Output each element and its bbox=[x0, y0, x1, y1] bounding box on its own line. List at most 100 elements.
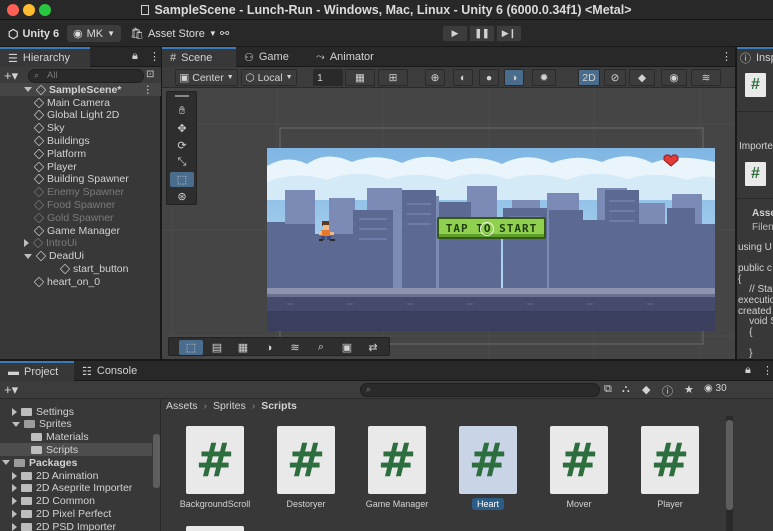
transform-tool[interactable]: ⊛ bbox=[170, 189, 194, 204]
overlay-rect-button[interactable]: ⬚ bbox=[179, 340, 203, 355]
overlay-grid-button[interactable]: ▤ bbox=[205, 340, 229, 355]
tag-icon[interactable]: ◆ bbox=[642, 383, 650, 396]
tab-hierarchy[interactable]: ☰ Hierarchy bbox=[0, 47, 90, 67]
expand-arrow-icon[interactable] bbox=[12, 421, 20, 427]
tab-game[interactable]: ⚇ Game bbox=[236, 47, 297, 67]
move-tool[interactable]: ✥ bbox=[170, 121, 194, 136]
search-by-type-icon[interactable]: ⧉ bbox=[604, 383, 612, 396]
expand-arrow-icon[interactable] bbox=[24, 253, 32, 259]
expand-arrow-icon[interactable] bbox=[12, 484, 17, 493]
effects-dropdown[interactable]: ✹ bbox=[532, 69, 556, 86]
script-asset-card[interactable]: # bbox=[186, 426, 244, 494]
breadcrumb-sprites[interactable]: Sprites bbox=[213, 400, 246, 412]
hierarchy-item[interactable]: Building Spawner bbox=[0, 173, 129, 186]
hierarchy-item[interactable]: Buildings bbox=[0, 134, 90, 147]
overlay-pattern-button[interactable]: ▦ bbox=[231, 340, 255, 355]
layers-dropdown[interactable]: ◆ bbox=[629, 69, 655, 86]
pivot-dropdown[interactable]: ▣ Center ▼ bbox=[175, 69, 238, 86]
hierarchy-item[interactable]: Main Camera bbox=[0, 96, 110, 109]
hierarchy-item[interactable]: Platform bbox=[0, 147, 86, 160]
lighting-toggle[interactable]: ◑ bbox=[504, 69, 524, 86]
script-asset-label[interactable]: Mover bbox=[534, 499, 624, 509]
tab-inspector[interactable]: ⓘInsp bbox=[737, 47, 773, 67]
hierarchy-item[interactable]: Player bbox=[0, 160, 77, 173]
add-object-button[interactable]: +▾ bbox=[4, 68, 18, 84]
expand-arrow-icon[interactable] bbox=[12, 522, 17, 531]
scale-tool[interactable]: ⤡ bbox=[170, 155, 194, 170]
2d-mode-toggle[interactable]: 2D bbox=[578, 69, 600, 86]
play-button[interactable]: ▶ bbox=[442, 25, 468, 42]
hierarchy-item[interactable]: DeadUi bbox=[0, 250, 84, 263]
project-folder-item[interactable]: Packages bbox=[0, 456, 152, 469]
breadcrumb-assets[interactable]: Assets bbox=[166, 400, 198, 412]
hand-tool[interactable]: ✋︎ bbox=[170, 104, 194, 119]
filter-icon[interactable]: ⊡ bbox=[146, 69, 154, 80]
hierarchy-item[interactable]: IntroUi bbox=[0, 237, 77, 250]
hierarchy-item[interactable]: start_button bbox=[0, 262, 128, 275]
project-folder-item[interactable]: Sprites bbox=[0, 418, 152, 431]
pause-button[interactable]: ❚❚ bbox=[469, 25, 495, 42]
project-folder-item[interactable]: 2D Pixel Perfect bbox=[0, 507, 152, 520]
expand-arrow-icon[interactable] bbox=[12, 509, 17, 518]
script-asset-label[interactable]: Player bbox=[625, 499, 715, 509]
scene-viewport[interactable]: TAP TO START ✋︎ ✥ ⟳ ⤡ ⬚ ⊛ ⬚ ▤ ▦ ◑ ≋ ⌕ ▣ … bbox=[162, 88, 735, 359]
tab-console[interactable]: ☷ Console bbox=[74, 361, 145, 381]
more-options-icon[interactable]: ⋮ bbox=[149, 50, 160, 63]
tab-project[interactable]: ▬ Project bbox=[0, 361, 74, 381]
asset-store-dropdown[interactable]: 🛍 Asset Store ▼ bbox=[124, 25, 223, 42]
scene-root[interactable]: SampleScene* ⋮ bbox=[0, 83, 161, 96]
more-options-icon[interactable]: ⋮ bbox=[721, 50, 732, 63]
script-asset-card[interactable] bbox=[186, 526, 244, 531]
step-button[interactable]: ▶❙ bbox=[496, 25, 522, 42]
drag-handle-icon[interactable] bbox=[175, 95, 189, 97]
create-asset-button[interactable]: +▾ bbox=[4, 382, 18, 398]
hierarchy-item[interactable]: Food Spawner bbox=[0, 198, 115, 211]
solid-button[interactable]: ● bbox=[479, 69, 499, 86]
lock-icon[interactable]: 🔒︎ bbox=[745, 364, 751, 377]
project-search-input[interactable]: ⌕ bbox=[360, 383, 600, 397]
overlay-swap-button[interactable]: ⇄ bbox=[361, 340, 385, 355]
expand-arrow-icon[interactable] bbox=[12, 471, 17, 480]
script-asset-label[interactable]: Game Manager bbox=[352, 499, 442, 509]
project-folder-item[interactable]: 2D Common bbox=[0, 495, 152, 508]
overlay-camera-button[interactable]: ▣ bbox=[335, 340, 359, 355]
script-asset-card[interactable]: # bbox=[641, 426, 699, 494]
version-control-button[interactable]: ⚯ bbox=[214, 25, 235, 42]
project-folder-item[interactable]: 2D PSD Importer bbox=[0, 520, 152, 531]
unity-menu-button[interactable]: ⬡ Unity 6 bbox=[2, 25, 65, 42]
draw-mode-button[interactable]: ⊕ bbox=[425, 69, 445, 86]
visibility-count[interactable]: ◉ 30 bbox=[704, 383, 727, 394]
snap-increment-input[interactable]: 1 bbox=[313, 69, 343, 86]
script-asset-label[interactable]: Heart bbox=[443, 498, 533, 510]
space-dropdown[interactable]: ⬡ Local ▼ bbox=[241, 69, 297, 86]
alert-icon[interactable]: ⓘ bbox=[662, 383, 673, 399]
breadcrumb-scripts[interactable]: Scripts bbox=[261, 400, 297, 412]
search-by-label-icon[interactable]: ⛬ bbox=[622, 383, 630, 396]
script-asset-card[interactable]: # bbox=[277, 426, 335, 494]
project-folder-item[interactable]: Scripts bbox=[0, 443, 152, 457]
script-asset-label[interactable]: Destoryer bbox=[261, 499, 351, 509]
overlay-light-button[interactable]: ◑ bbox=[257, 340, 281, 355]
move-gizmo-icon[interactable] bbox=[480, 222, 494, 236]
expand-arrow-icon[interactable] bbox=[2, 460, 10, 466]
tab-animator[interactable]: ⤳ Animator bbox=[308, 47, 382, 67]
visibility-toggle[interactable]: ◉ bbox=[661, 69, 687, 86]
files-scrollbar[interactable] bbox=[726, 416, 733, 531]
hierarchy-item[interactable]: Enemy Spawner bbox=[0, 186, 124, 199]
expand-arrow-icon[interactable] bbox=[24, 87, 32, 92]
overlay-layers-button[interactable]: ≋ bbox=[283, 340, 307, 355]
script-asset-label[interactable]: BackgroundScroll bbox=[170, 499, 260, 509]
account-dropdown[interactable]: ◉ MK ▼ bbox=[67, 25, 122, 42]
rotate-tool[interactable]: ⟳ bbox=[170, 138, 194, 153]
hierarchy-search-input[interactable]: ⌕ All bbox=[28, 69, 144, 83]
more-options-icon[interactable]: ⋮ bbox=[762, 364, 773, 377]
expand-arrow-icon[interactable] bbox=[12, 497, 17, 506]
tab-scene[interactable]: # Scene bbox=[162, 47, 236, 67]
more-options-icon[interactable]: ⋮ bbox=[143, 84, 154, 96]
project-folder-item[interactable]: Settings bbox=[0, 405, 152, 418]
project-folder-item[interactable]: 2D Animation bbox=[0, 469, 152, 482]
lock-icon[interactable]: 🔒︎ bbox=[132, 50, 138, 63]
hierarchy-item[interactable]: Global Light 2D bbox=[0, 109, 119, 122]
rect-tool[interactable]: ⬚ bbox=[170, 172, 194, 187]
tree-scrollbar[interactable] bbox=[153, 434, 160, 488]
